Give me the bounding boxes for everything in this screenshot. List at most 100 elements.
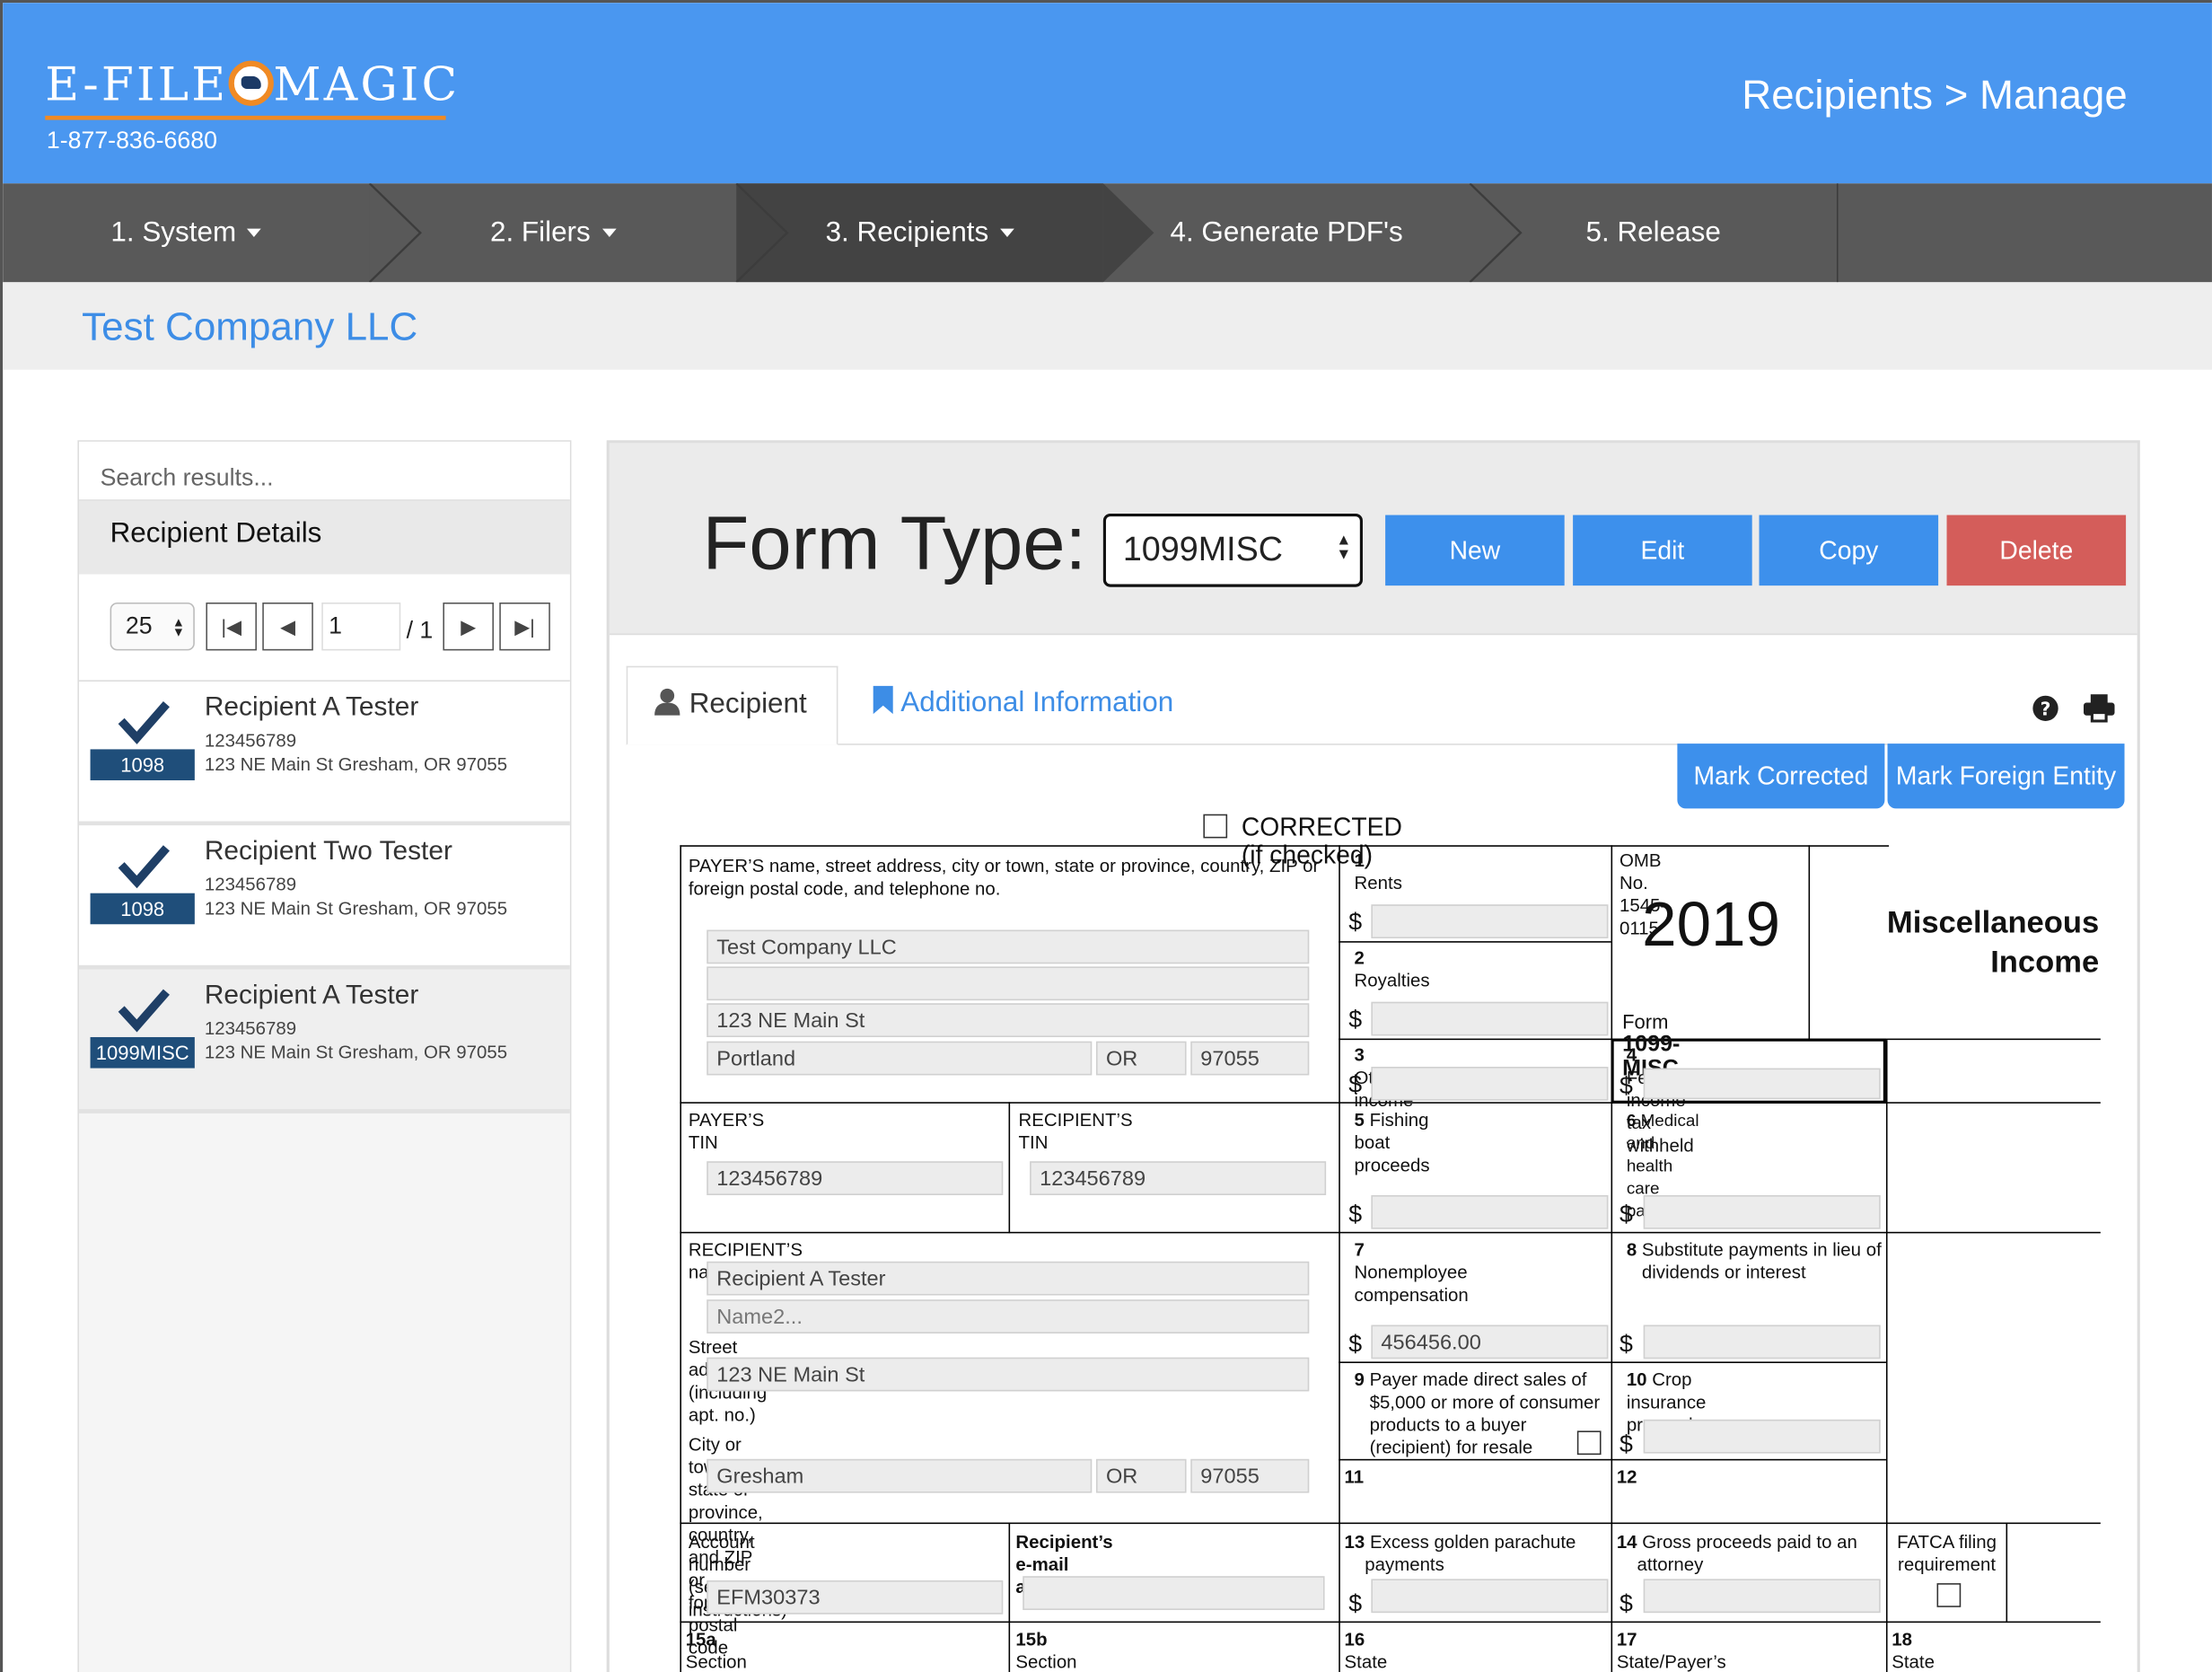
- nav-recipients[interactable]: 3. Recipients: [736, 183, 1103, 282]
- box17-label: 17 State/Payer’s state no.: [1617, 1628, 1726, 1672]
- recipient-tin-label: RECIPIENT’S TIN: [1018, 1109, 1133, 1153]
- box9-label: 9 Payer made direct sales of $5,000 or m…: [1355, 1368, 1609, 1459]
- box8-line2: dividends or interest: [1641, 1261, 1806, 1283]
- form-line: [1885, 1040, 1888, 1672]
- box2-royalties-field[interactable]: [1371, 1001, 1609, 1036]
- recipient-list-item[interactable]: 1098 Recipient A Tester 123456789 123 NE…: [78, 681, 570, 826]
- recipient-tin-field[interactable]: 123456789: [1030, 1161, 1327, 1195]
- recipient-address: 123 NE Main St Gresham, OR 97055: [204, 897, 508, 919]
- fatca-line1: FATCA filing: [1897, 1530, 1997, 1553]
- box14-label: 14 Gross proceeds paid to an attorney: [1617, 1531, 1885, 1576]
- nav-system[interactable]: 1. System: [3, 183, 370, 282]
- recipient-state-field[interactable]: OR: [1095, 1458, 1187, 1493]
- updown-icon: ▲ ▼: [171, 615, 185, 639]
- recipient-name-field[interactable]: Recipient A Tester: [707, 1261, 1310, 1296]
- payer-street-field[interactable]: 123 NE Main St: [707, 1003, 1310, 1037]
- edit-button[interactable]: Edit: [1573, 515, 1752, 586]
- form-line: [1808, 845, 1811, 1041]
- account-number-field[interactable]: EFM30373: [707, 1580, 1004, 1615]
- payer-city-field[interactable]: Portland: [707, 1041, 1093, 1076]
- new-button[interactable]: New: [1385, 515, 1565, 586]
- box9-line1: Payer made direct sales of: [1369, 1368, 1587, 1390]
- corrected-checkbox[interactable]: [1203, 814, 1228, 839]
- efile-magic-logo[interactable]: E-FILE MAGIC: [45, 57, 460, 111]
- box15a-label: 15a Section 409A deferrals: [686, 1628, 757, 1672]
- help-icon[interactable]: ?: [2032, 694, 2059, 722]
- recipient-list-item[interactable]: 1098 Recipient Two Tester 123456789 123 …: [78, 825, 570, 970]
- form-line: [680, 1621, 2101, 1624]
- box13-parachute-field[interactable]: [1371, 1579, 1609, 1614]
- recipient-list-item-selected[interactable]: 1099MISC Recipient A Tester 123456789 12…: [78, 969, 570, 1113]
- recipient-address: 123 NE Main St Gresham, OR 97055: [204, 753, 508, 775]
- box4-federal-tax-field[interactable]: [1643, 1068, 1881, 1100]
- tax-year: 2019: [1642, 890, 1780, 960]
- dollar-sign: $: [1619, 1330, 1633, 1358]
- delete-button[interactable]: Delete: [1946, 515, 2127, 586]
- tab-additional-information[interactable]: Additional Information: [872, 685, 1173, 720]
- recipient-street-field[interactable]: 123 NE Main St: [707, 1357, 1310, 1392]
- box1-num: 1: [1354, 849, 1365, 871]
- box2-text: Royalties: [1354, 969, 1430, 991]
- payer-name2-field[interactable]: [707, 966, 1310, 1001]
- box15a-text: Section 409A deferrals: [685, 1650, 747, 1672]
- page-title: Recipients > Manage: [1742, 73, 2128, 119]
- recipient-name2-field[interactable]: Name2...: [707, 1299, 1310, 1333]
- box15a-num: 15a: [685, 1628, 716, 1650]
- nav-generate-pdfs[interactable]: 4. Generate PDF's: [1103, 183, 1470, 282]
- page-size-value: 25: [125, 612, 153, 639]
- fatca-checkbox[interactable]: [1936, 1583, 1962, 1607]
- form-title-line1: Miscellaneous: [1886, 904, 2100, 940]
- box10-crop-field[interactable]: [1643, 1419, 1881, 1454]
- payer-state-field[interactable]: OR: [1095, 1041, 1187, 1076]
- box1-rents-field[interactable]: [1371, 904, 1609, 938]
- payer-zip-field[interactable]: 97055: [1190, 1041, 1310, 1076]
- recipient-address: 123 NE Main St Gresham, OR 97055: [204, 1041, 508, 1063]
- recipient-email-field[interactable]: [1023, 1576, 1325, 1610]
- box16-num: 16: [1344, 1628, 1365, 1650]
- box9-direct-sales-checkbox[interactable]: [1576, 1430, 1602, 1456]
- print-icon[interactable]: [2083, 694, 2115, 723]
- nav-release[interactable]: 5. Release: [1470, 183, 1837, 282]
- first-page-button[interactable]: |◀: [206, 602, 257, 651]
- form-type-badge: 1098: [90, 749, 195, 780]
- recipient-zip-field[interactable]: 97055: [1190, 1458, 1310, 1493]
- next-page-button[interactable]: ▶: [443, 602, 494, 651]
- mark-corrected-button[interactable]: Mark Corrected: [1677, 744, 1885, 809]
- form-type-select[interactable]: 1099MISC ▲ ▼: [1102, 513, 1363, 587]
- form-line: [1339, 941, 1611, 943]
- page-total: / 1: [406, 616, 434, 644]
- box9-num: 9: [1354, 1368, 1365, 1390]
- box6-num: 6: [1626, 1110, 1637, 1131]
- caret-down-icon: [999, 228, 1014, 237]
- box8-substitute-field[interactable]: [1643, 1324, 1881, 1360]
- last-page-button[interactable]: ▶|: [499, 602, 550, 651]
- box7-nonemployee-field[interactable]: 456456.00: [1371, 1324, 1609, 1360]
- user-icon: [654, 688, 680, 716]
- form-line: [1008, 1102, 1011, 1234]
- copy-button[interactable]: Copy: [1759, 515, 1939, 586]
- company-name-link[interactable]: Test Company LLC: [82, 304, 417, 349]
- box5-fishing-field[interactable]: [1371, 1194, 1609, 1229]
- nav-recipients-label: 3. Recipients: [825, 216, 989, 249]
- form-line: [1008, 1522, 1011, 1672]
- payer-label: PAYER’S name, street address, city or to…: [688, 855, 1320, 899]
- search-input[interactable]: Search results...: [78, 441, 570, 501]
- recipient-city-field[interactable]: Gresham: [707, 1458, 1093, 1493]
- box13-label: 13 Excess golden parachute payments: [1345, 1531, 1610, 1576]
- prev-page-button[interactable]: ◀: [262, 602, 313, 651]
- page-size-select[interactable]: 25 ▲ ▼: [110, 602, 195, 651]
- page-number-input[interactable]: 1: [321, 602, 401, 651]
- mark-foreign-entity-button[interactable]: Mark Foreign Entity: [1887, 744, 2125, 809]
- tab-recipient[interactable]: Recipient: [626, 665, 838, 745]
- form-line: [1339, 1458, 1886, 1461]
- payer-tin-field[interactable]: 123456789: [707, 1161, 1004, 1195]
- box14-attorney-field[interactable]: [1643, 1579, 1881, 1614]
- box6-medical-field[interactable]: [1643, 1194, 1881, 1229]
- form-type-badge: 1098: [90, 893, 195, 925]
- nav-release-label: 5. Release: [1585, 216, 1721, 249]
- box2-label: 2 Royalties: [1355, 946, 1430, 991]
- payer-name-field[interactable]: Test Company LLC: [707, 929, 1310, 964]
- dollar-sign: $: [1348, 908, 1363, 936]
- box3-other-income-field[interactable]: [1371, 1066, 1609, 1101]
- nav-filers[interactable]: 2. Filers: [370, 183, 737, 282]
